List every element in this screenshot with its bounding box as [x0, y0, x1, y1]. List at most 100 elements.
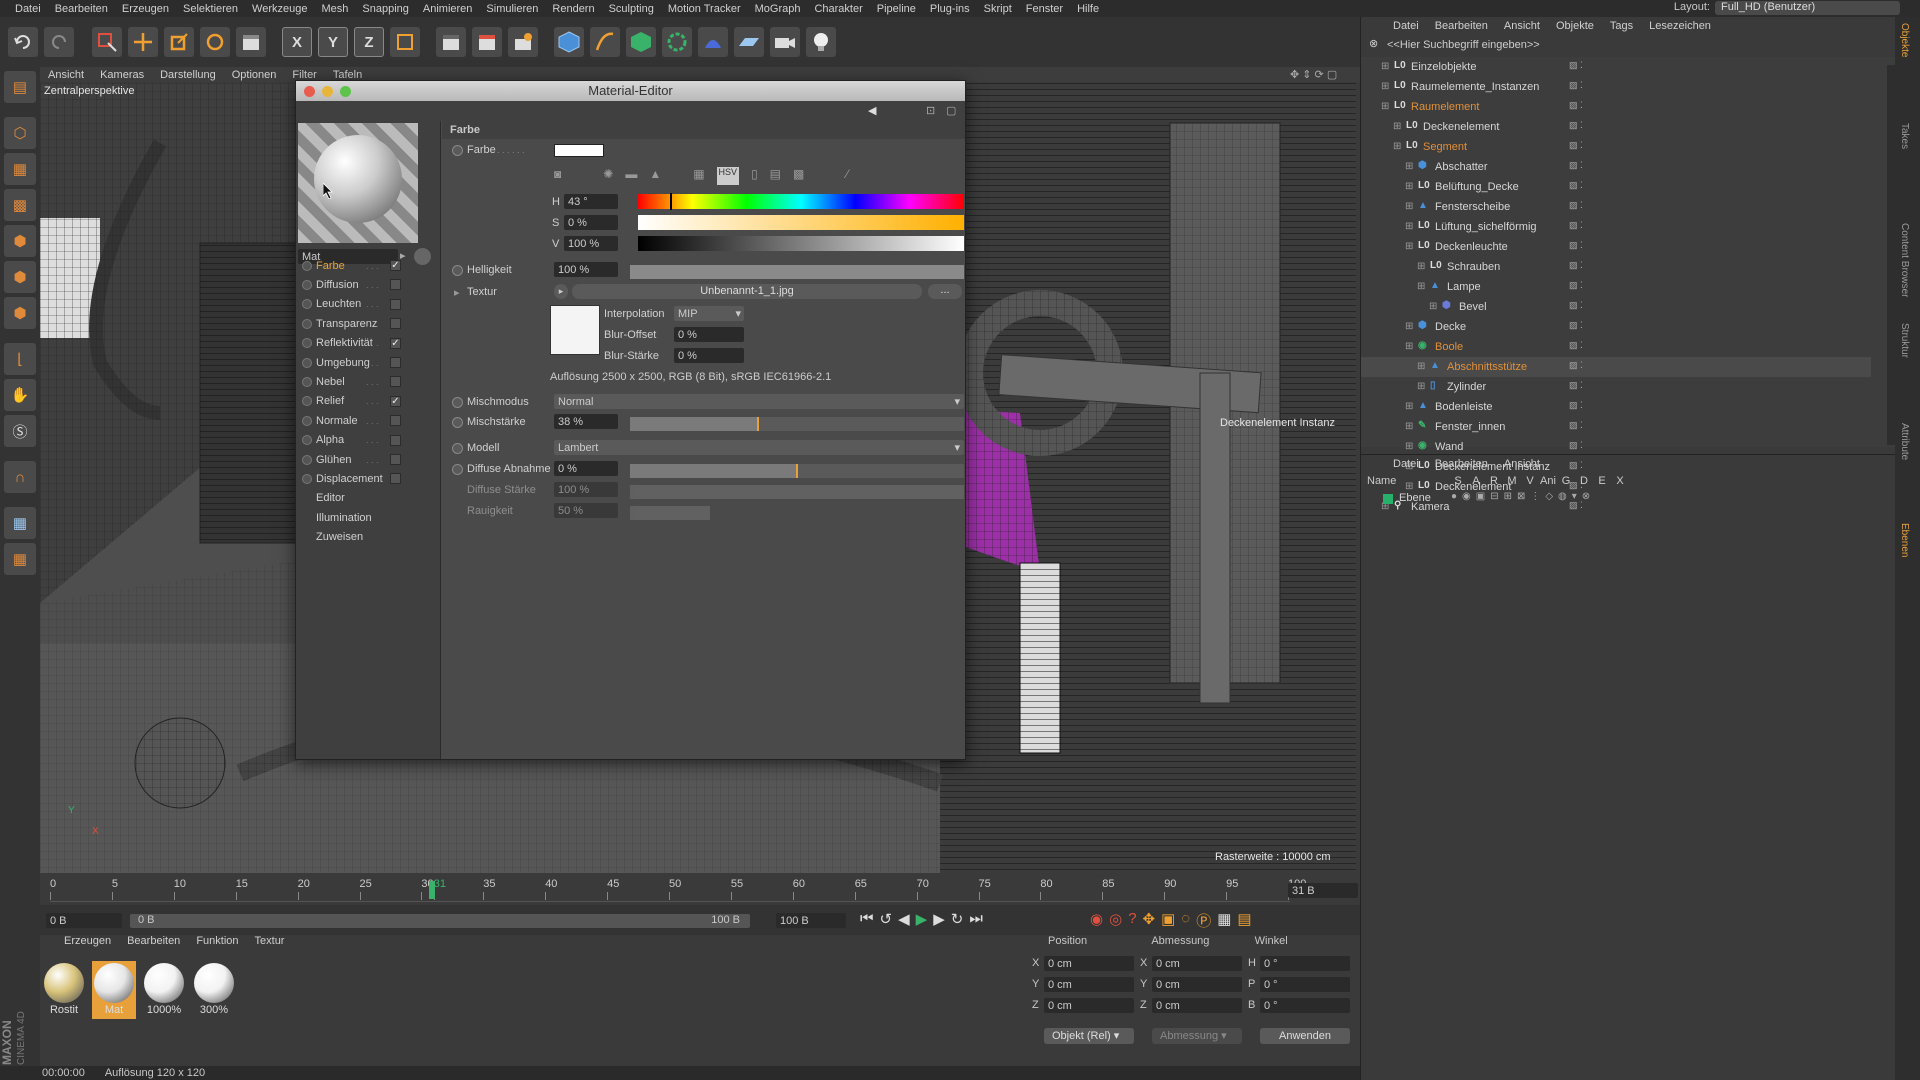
layer-col-3[interactable]: R — [1485, 475, 1503, 489]
menu-4[interactable]: Werkzeuge — [245, 3, 314, 15]
mischstaerke-slider[interactable] — [630, 417, 964, 431]
object-scrollbar[interactable] — [1887, 65, 1895, 445]
expand-icon[interactable]: ▢ — [946, 104, 956, 117]
expand-toggle-icon[interactable]: ⊞ — [1381, 61, 1389, 72]
channel-radio-icon[interactable] — [302, 473, 312, 484]
expand-toggle-icon[interactable]: ⊞ — [1417, 261, 1425, 272]
object-row[interactable]: ⊞ ▯ Zylinder ▨ ⁚ — [1361, 377, 1871, 397]
layer-menu-1[interactable]: Bearbeiten — [1435, 458, 1488, 470]
menu-10[interactable]: Sculpting — [602, 3, 661, 15]
mat-menu-3[interactable]: Textur — [255, 935, 285, 951]
material-item[interactable]: 300% — [192, 961, 236, 1019]
channel-radio-icon[interactable] — [302, 260, 312, 271]
coord-field[interactable]: 0 cm — [1044, 956, 1134, 971]
menu-9[interactable]: Rendern — [545, 3, 601, 15]
back-arrow-icon[interactable]: ◀ — [868, 104, 876, 117]
viewport-menu-5[interactable]: Tafeln — [325, 69, 370, 81]
minimize-window-icon[interactable] — [322, 86, 333, 97]
layout-select[interactable]: Full_HD (Benutzer) — [1715, 1, 1900, 15]
visibility-dots-icon[interactable]: ▨ ⁚ — [1569, 380, 1583, 391]
color-swatch[interactable] — [554, 144, 604, 157]
visibility-dots-icon[interactable]: ▨ ⁚ — [1569, 220, 1583, 231]
object-row[interactable]: ⊞ ◉ Boole ▨ ⁚ — [1361, 337, 1871, 357]
channel-checkbox[interactable] — [390, 473, 401, 485]
menu-17[interactable]: Fenster — [1019, 3, 1070, 15]
coord-system-button[interactable] — [390, 27, 420, 57]
side-tab-5[interactable]: Ebenen — [1899, 523, 1910, 557]
prev-keyframe-icon[interactable]: ↺ — [880, 910, 893, 928]
helligkeit-field[interactable]: 100 % — [554, 262, 618, 277]
menu-11[interactable]: Motion Tracker — [661, 3, 748, 15]
channel-editor[interactable]: Editor — [296, 489, 441, 508]
layer-menu-2[interactable]: Ansicht — [1504, 458, 1540, 470]
menu-12[interactable]: MoGraph — [748, 3, 808, 15]
value-slider[interactable] — [638, 236, 964, 251]
material-item[interactable]: 1000% — [142, 961, 186, 1019]
channel-illumination[interactable]: Illumination — [296, 508, 441, 527]
workplane-button[interactable]: ▦ — [4, 507, 36, 539]
channel-diffusion[interactable]: Diffusion . . . — [296, 275, 441, 294]
obj-menu-4[interactable]: Tags — [1610, 20, 1633, 32]
channel-checkbox[interactable] — [390, 376, 401, 388]
mat-menu-1[interactable]: Bearbeiten — [127, 935, 180, 951]
visibility-dots-icon[interactable]: ▨ ⁚ — [1569, 60, 1583, 71]
polygons-mode-button[interactable]: ⬢ — [4, 297, 36, 329]
close-window-icon[interactable] — [304, 86, 315, 97]
current-frame-field[interactable]: 31 B — [1288, 883, 1358, 898]
coord-field[interactable]: 0 cm — [1152, 998, 1242, 1013]
coord-field[interactable]: 0 ° — [1260, 998, 1350, 1013]
menu-16[interactable]: Skript — [977, 3, 1019, 15]
rotate-key-icon[interactable]: ◌ — [1181, 910, 1190, 931]
object-row[interactable]: ⊞ ⬢ Abschatter ▨ ⁚ — [1361, 157, 1871, 177]
visibility-dots-icon[interactable]: ▨ ⁚ — [1569, 280, 1583, 291]
object-row[interactable]: ⊞ ▲ Bodenleiste ▨ ⁚ — [1361, 397, 1871, 417]
layer-col-8[interactable]: D — [1575, 475, 1593, 489]
object-row[interactable]: ⊞ ▲ Abschnittsstütze ▨ ⁚ — [1361, 357, 1871, 377]
redo-button[interactable] — [44, 27, 74, 57]
visibility-dots-icon[interactable]: ▨ ⁚ — [1569, 300, 1583, 311]
expand-toggle-icon[interactable]: ⊞ — [1405, 341, 1413, 352]
saturation-field[interactable]: 0 % — [564, 215, 618, 230]
channel-radio-icon[interactable] — [302, 435, 312, 446]
expand-toggle-icon[interactable]: ⊞ — [1381, 101, 1389, 112]
side-tab-3[interactable]: Struktur — [1899, 323, 1910, 358]
obj-menu-0[interactable]: Datei — [1393, 20, 1419, 32]
menu-1[interactable]: Bearbeiten — [48, 3, 115, 15]
channel-radio-icon[interactable] — [302, 415, 312, 426]
viewport-nav-icons[interactable]: ✥ ⇕ ⟳ ▢ — [1290, 68, 1337, 81]
keyframe-selection-icon[interactable]: ? — [1128, 910, 1136, 931]
channel-radio-icon[interactable] — [302, 357, 312, 368]
timeline-ruler[interactable]: 0 5 10 15 20 25 30 31 35 40 45 50 55 60 65 70 75 80 85 90 95… — [50, 878, 1306, 902]
blur-staerke-field[interactable]: 0 % — [674, 348, 744, 363]
channel-normale[interactable]: Normale . . . — [296, 411, 441, 430]
channel-checkbox[interactable] — [390, 434, 401, 446]
mat-menu-2[interactable]: Funktion — [196, 935, 238, 951]
channel-checkbox[interactable] — [390, 357, 401, 368]
workplane-mode-button[interactable]: ▩ — [4, 189, 36, 221]
expand-toggle-icon[interactable]: ⊞ — [1405, 421, 1413, 432]
timeline[interactable]: 0 5 10 15 20 25 30 31 35 40 45 50 55 60 65 70 75 80 85 90 95… — [40, 875, 1360, 905]
menu-7[interactable]: Animieren — [416, 3, 480, 15]
object-row[interactable]: ⊞ L0 Schrauben ▨ ⁚ — [1361, 257, 1871, 277]
channel-relief[interactable]: Relief . . . ✓ — [296, 392, 441, 411]
menu-13[interactable]: Charakter — [807, 3, 869, 15]
channel-radio-icon[interactable] — [302, 376, 312, 387]
coord-field[interactable]: 0 cm — [1044, 998, 1134, 1013]
texture-mode-button[interactable]: ▦ — [4, 153, 36, 185]
channel-displacement[interactable]: Displacement. . . — [296, 469, 441, 488]
next-keyframe-icon[interactable]: ↻ — [951, 910, 964, 928]
viewport-menu-1[interactable]: Kameras — [92, 69, 152, 81]
obj-menu-1[interactable]: Bearbeiten — [1435, 20, 1488, 32]
visibility-dots-icon[interactable]: ▨ ⁚ — [1569, 140, 1583, 151]
record-icon[interactable]: ◉ — [1090, 910, 1103, 931]
object-row[interactable]: ⊞ L0 Belüftung_Decke ▨ ⁚ — [1361, 177, 1871, 197]
snap-button[interactable]: Ⓢ — [4, 415, 36, 447]
mischstaerke-handle[interactable] — [756, 417, 759, 431]
channel-farbe[interactable]: Farbe . . . ✓ — [296, 256, 441, 275]
camera-button[interactable] — [770, 27, 800, 57]
channel-umgebung[interactable]: Umgebung. . . — [296, 353, 441, 372]
step-forward-icon[interactable]: ▶ — [933, 910, 945, 928]
channel-checkbox[interactable] — [390, 279, 401, 291]
object-row[interactable]: ⊞ L0 Einzelobjekte ▨ ⁚ — [1361, 57, 1871, 77]
blur-offset-field[interactable]: 0 % — [674, 327, 744, 342]
